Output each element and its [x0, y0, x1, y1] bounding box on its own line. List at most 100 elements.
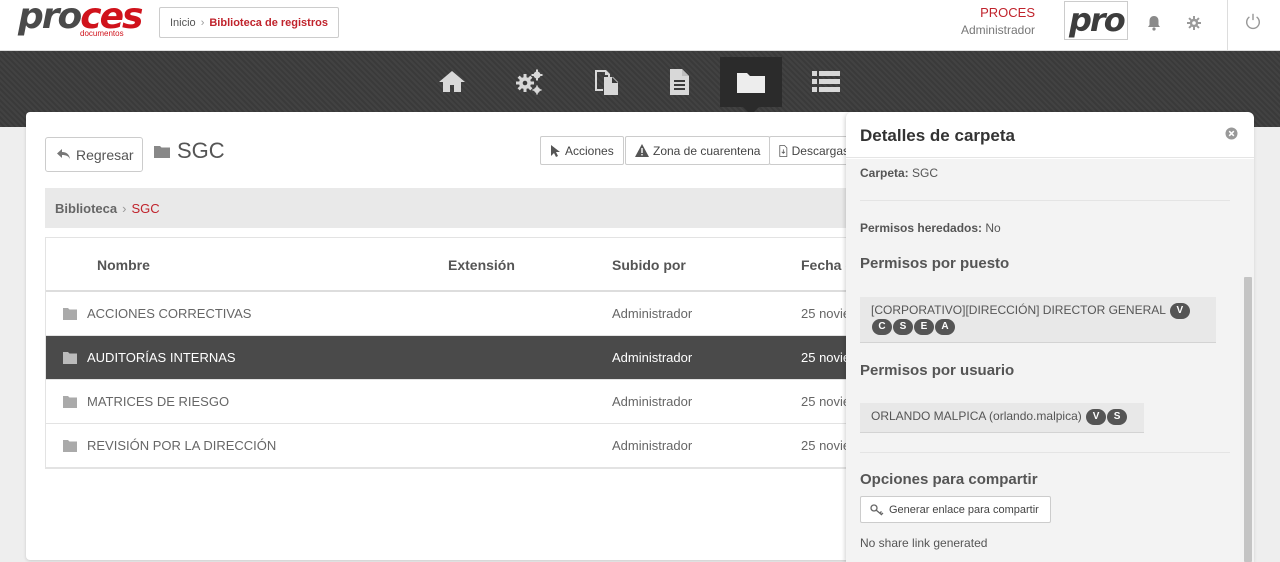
row-date: 25 novie	[801, 394, 851, 409]
inherited-permissions: Permisos heredados: No	[860, 221, 1001, 235]
user-role: Administrador	[960, 23, 1035, 37]
power-icon[interactable]	[1244, 12, 1262, 30]
logo-text-dark: pro	[18, 0, 82, 37]
position-permissions-heading: Permisos por puesto	[860, 255, 1010, 272]
library-card: Regresar SGC Acciones Zona de cuarentena…	[26, 112, 866, 560]
share-options-heading: Opciones para compartir	[860, 471, 1038, 488]
folder-icon	[63, 308, 77, 320]
user-permission-text: ORLANDO MALPICA (orlando.malpica)	[871, 409, 1082, 424]
file-download-icon	[779, 144, 788, 157]
top-header: proces documentos Inicio › Biblioteca de…	[0, 0, 1280, 51]
inherited-permissions-label: Permisos heredados:	[860, 221, 983, 235]
folder-icon	[63, 352, 77, 364]
table-row[interactable]: MATRICES DE RIESGO Administrador 25 novi…	[46, 380, 866, 424]
back-button-label: Regresar	[76, 146, 134, 163]
column-extension[interactable]: Extensión	[448, 257, 515, 273]
permission-badge-upload: S	[1107, 409, 1128, 425]
user-permission-entry: ORLANDO MALPICA (orlando.malpica) VS	[860, 403, 1144, 433]
proces-logo[interactable]: proces documentos	[18, 0, 143, 40]
folder-icon	[737, 73, 765, 93]
divider	[860, 452, 1230, 453]
download-button-label: Descargas	[791, 143, 849, 158]
folder-icon	[154, 145, 170, 158]
panel-header: Detalles de carpeta	[846, 112, 1254, 158]
panel-title: Detalles de carpeta	[860, 126, 1015, 145]
row-uploaded-by: Administrador	[612, 350, 693, 365]
permission-badge-create: C	[872, 319, 892, 335]
column-uploaded-by[interactable]: Subido por	[612, 257, 686, 273]
quarantine-button-label: Zona de cuarentena	[653, 143, 761, 158]
warning-icon	[635, 144, 649, 157]
row-name: MATRICES DE RIESGO	[87, 394, 230, 409]
column-name[interactable]: Nombre	[97, 257, 150, 273]
row-name: AUDITORÍAS INTERNAS	[87, 350, 236, 365]
row-uploaded-by: Administrador	[612, 306, 693, 321]
quarantine-button[interactable]: Zona de cuarentena	[625, 136, 771, 165]
row-date: 25 novie	[801, 350, 851, 365]
documents-icon	[595, 70, 618, 95]
inherited-permissions-value: No	[985, 221, 1001, 235]
breadcrumb-separator: ›	[122, 200, 127, 216]
nav-folders[interactable]	[720, 57, 782, 115]
home-icon	[439, 71, 465, 92]
nav-home[interactable]	[421, 57, 483, 107]
list-icon	[812, 71, 840, 92]
row-name: ACCIONES CORRECTIVAS	[87, 306, 252, 321]
actions-button[interactable]: Acciones	[540, 136, 624, 165]
nav-list[interactable]	[795, 57, 857, 107]
row-date: 25 novie	[801, 438, 851, 453]
folder-table: Nombre Extensión Subido por Fecha c ACCI…	[45, 237, 866, 469]
company-logo: pro	[1064, 1, 1128, 40]
cursor-icon	[551, 144, 560, 157]
table-row[interactable]: REVISIÓN POR LA DIRECCIÓN Administrador …	[46, 424, 866, 468]
actions-button-label: Acciones	[565, 143, 614, 158]
share-status: No share link generated	[860, 536, 988, 550]
key-icon	[870, 503, 884, 515]
back-button[interactable]: Regresar	[45, 137, 143, 172]
permission-badge-view: V	[1169, 303, 1190, 319]
row-uploaded-by: Administrador	[612, 394, 693, 409]
bell-icon[interactable]	[1145, 14, 1163, 32]
company-logo-text: pro	[1069, 1, 1126, 39]
folder-title: SGC	[154, 138, 225, 164]
logo-subtitle: documentos	[80, 29, 124, 38]
breadcrumb-separator: ›	[200, 16, 205, 29]
permission-badge-admin: A	[935, 319, 955, 335]
folder-info-label: Carpeta:	[860, 166, 909, 180]
table-row[interactable]: AUDITORÍAS INTERNAS Administrador 25 nov…	[46, 336, 866, 380]
breadcrumb-home-link[interactable]: Inicio	[170, 17, 196, 29]
folder-title-text: SGC	[177, 138, 225, 163]
row-name: REVISIÓN POR LA DIRECCIÓN	[87, 438, 277, 453]
folder-icon	[63, 396, 77, 408]
user-permissions-heading: Permisos por usuario	[860, 362, 1015, 379]
document-icon	[670, 69, 689, 95]
header-breadcrumb: Inicio › Biblioteca de registros	[159, 7, 339, 38]
folder-info-value: SGC	[912, 166, 939, 180]
permission-badge-view: V	[1086, 409, 1107, 425]
nav-documents[interactable]	[575, 57, 637, 107]
panel-scrollbar-thumb[interactable]	[1244, 277, 1252, 562]
permission-badge-edit: E	[914, 319, 934, 335]
folder-icon	[63, 440, 77, 452]
nav-settings[interactable]	[498, 57, 560, 107]
folder-info: Carpeta: SGC	[860, 166, 938, 180]
nav-document[interactable]	[648, 57, 710, 107]
header-divider	[1227, 0, 1228, 50]
library-breadcrumb-root[interactable]: Biblioteca	[55, 201, 117, 216]
library-breadcrumb: Biblioteca › SGC	[45, 188, 865, 228]
gear-icon[interactable]	[1185, 14, 1203, 32]
row-uploaded-by: Administrador	[612, 438, 693, 453]
library-breadcrumb-current: SGC	[131, 200, 160, 216]
divider	[860, 200, 1230, 201]
row-date: 25 novie	[801, 306, 851, 321]
gears-icon	[516, 69, 543, 95]
close-icon[interactable]	[1225, 127, 1238, 140]
position-permission-entry: [CORPORATIVO][DIRECCIÓN] DIRECTOR GENERA…	[860, 297, 1216, 343]
user-info[interactable]: PROCES Administrador	[961, 5, 1035, 37]
generate-share-link-button[interactable]: Generar enlace para compartir	[860, 496, 1051, 523]
folder-details-panel: Detalles de carpeta Carpeta: SGC Permiso…	[846, 112, 1254, 562]
back-arrow-icon	[57, 148, 70, 159]
table-row[interactable]: ACCIONES CORRECTIVAS Administrador 25 no…	[46, 292, 866, 336]
position-permission-text: [CORPORATIVO][DIRECCIÓN] DIRECTOR GENERA…	[871, 303, 1166, 318]
permission-badge-upload: S	[893, 319, 913, 335]
